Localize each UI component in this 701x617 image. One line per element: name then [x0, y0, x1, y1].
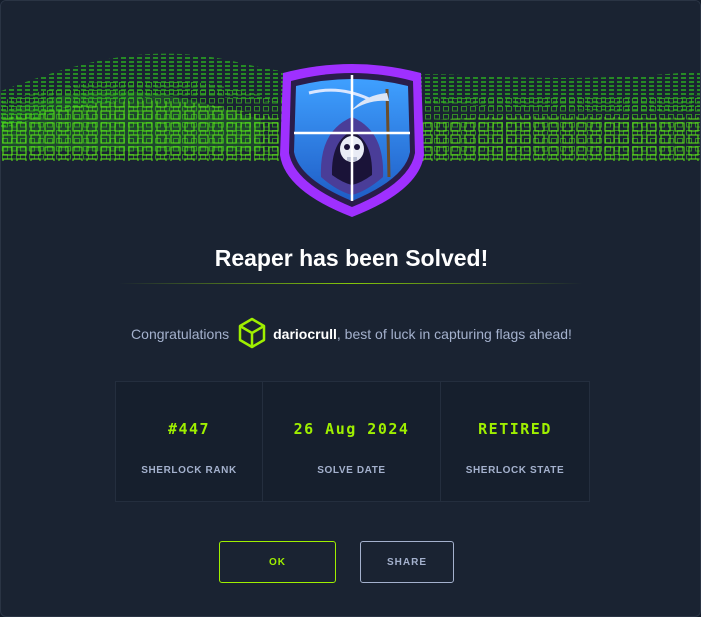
stats-panel: #447 SHERLOCK RANK 26 Aug 2024 SOLVE DAT…: [115, 381, 590, 502]
stat-label: SHERLOCK STATE: [465, 465, 565, 476]
stat-label: SHERLOCK RANK: [141, 465, 237, 476]
stat-value: #447: [167, 420, 211, 438]
stat-value: RETIRED: [478, 420, 552, 438]
solved-modal: Reaper has been Solved! Congratulations …: [0, 0, 701, 617]
reaper-shield-badge: [269, 59, 435, 221]
share-button[interactable]: SHARE: [360, 541, 454, 583]
ok-button[interactable]: OK: [219, 541, 336, 583]
title-divider: [119, 283, 583, 284]
stat-value: 26 Aug 2024: [293, 420, 410, 438]
stat-solve-date: 26 Aug 2024 SOLVE DATE: [262, 382, 440, 501]
stat-label: SOLVE DATE: [317, 465, 386, 476]
stat-sherlock-state: RETIRED SHERLOCK STATE: [440, 382, 589, 501]
username-link[interactable]: dariocrull: [273, 326, 337, 342]
stat-sherlock-rank: #447 SHERLOCK RANK: [116, 382, 262, 501]
page-title: Reaper has been Solved!: [214, 245, 489, 271]
congratulations-message: Congratulations dariocrull , best of luc…: [1, 315, 700, 353]
green-cube-icon: [237, 317, 267, 352]
congrats-suffix: , best of luck in capturing flags ahead!: [336, 326, 572, 342]
congrats-prefix: Congratulations: [131, 326, 230, 342]
